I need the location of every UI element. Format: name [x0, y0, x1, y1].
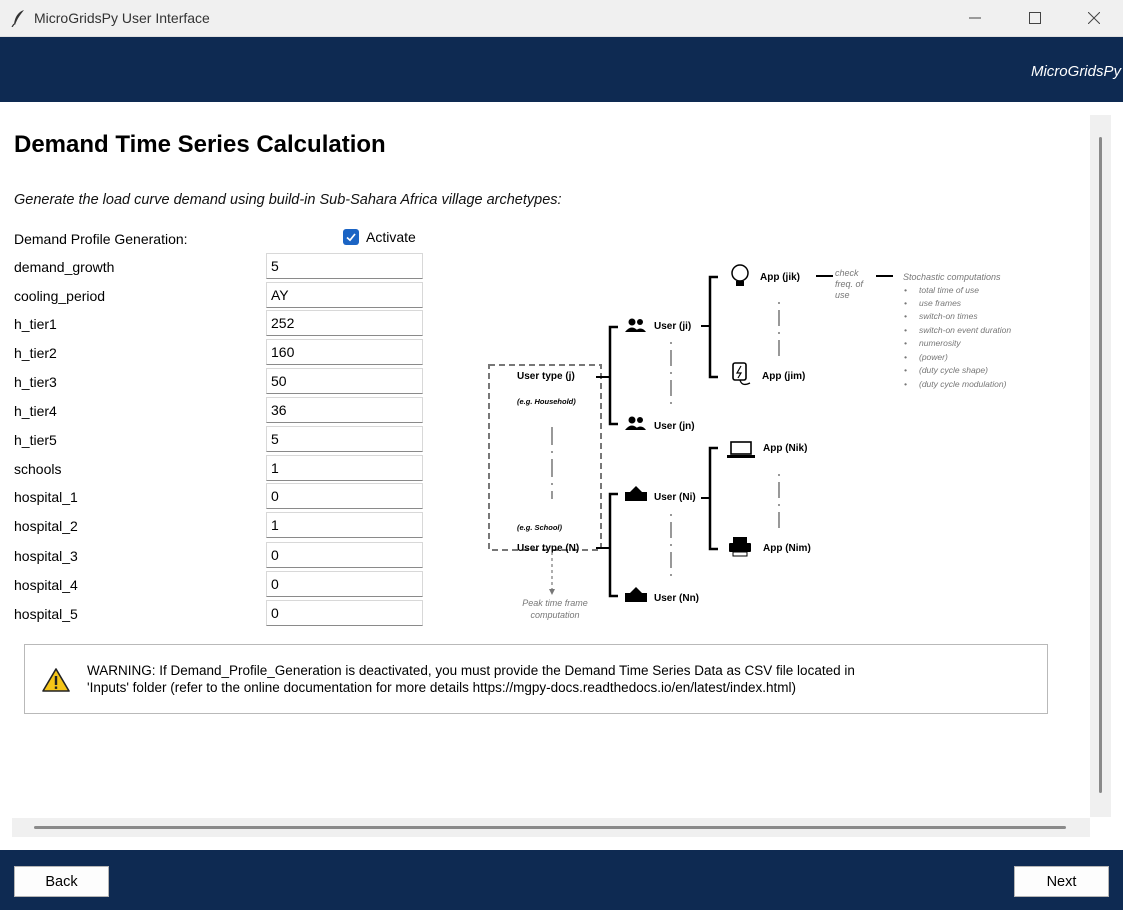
app-jim-label: App (jim) [762, 371, 805, 382]
window-title: MicroGridsPy User Interface [34, 10, 210, 26]
stochastic-item: switch-on times [919, 311, 978, 321]
svg-text:•: • [904, 379, 907, 389]
svg-text:•: • [904, 298, 907, 308]
phone-charger-icon [732, 362, 751, 386]
laptop-icon [727, 441, 755, 458]
field-label-hospital-2: hospital_2 [14, 518, 78, 534]
footer-bar: Back Next [0, 850, 1123, 910]
minimize-icon [969, 17, 981, 19]
schools-input[interactable] [266, 455, 423, 481]
activate-checkbox[interactable] [343, 229, 359, 245]
activate-label: Activate [366, 229, 416, 245]
maximize-button[interactable] [1007, 0, 1063, 36]
demand-archetype-diagram: User type (j) (e.g. Household) (e.g. Sch… [488, 264, 1011, 620]
stochastic-item: (duty cycle modulation) [919, 379, 1007, 389]
field-label-schools: schools [14, 461, 62, 477]
svg-text:•: • [904, 285, 907, 295]
svg-text:•: • [904, 365, 907, 375]
school-building-icon [625, 486, 647, 501]
main-content: Demand Time Series Calculation Generate … [0, 102, 1090, 818]
app-nim-label: App (Nim) [763, 543, 811, 554]
check-freq-label: check freq. of use [835, 268, 864, 300]
users-icon [625, 416, 646, 430]
stochastic-item: switch-on event duration [919, 325, 1011, 335]
back-button[interactable]: Back [14, 866, 109, 897]
svg-text:•: • [904, 311, 907, 321]
field-label-h-tier2: h_tier2 [14, 345, 57, 361]
field-label-h-tier5: h_tier5 [14, 432, 57, 448]
horizontal-scrollbar-thumb[interactable] [34, 826, 1066, 829]
stochastic-item: (power) [919, 352, 948, 362]
field-label-hospital-1: hospital_1 [14, 489, 78, 505]
lightbulb-icon [731, 264, 749, 286]
hospital-1-input[interactable] [266, 483, 423, 509]
feather-icon [11, 10, 24, 27]
hospital-4-input[interactable] [266, 571, 423, 597]
user-type-n-text: User type (N) [517, 543, 579, 554]
h-tier3-input[interactable] [266, 368, 423, 394]
stochastic-item: total time of use [919, 285, 979, 295]
peak-time-frame-label: Peak time frame computation [522, 598, 588, 620]
stochastic-item: use frames [919, 298, 962, 308]
maximize-icon [1029, 12, 1041, 24]
field-label-h-tier4: h_tier4 [14, 403, 57, 419]
h-tier2-input[interactable] [266, 339, 423, 365]
warning-text: WARNING: If Demand_Profile_Generation is… [87, 662, 1037, 696]
field-label-demand-growth: demand_growth [14, 259, 115, 275]
next-button[interactable]: Next [1014, 866, 1109, 897]
field-label-hospital-4: hospital_4 [14, 577, 78, 593]
vertical-scrollbar-thumb[interactable] [1099, 137, 1102, 793]
warning-line-1: WARNING: If Demand_Profile_Generation is… [87, 663, 855, 678]
page-subtitle: Generate the load curve demand using bui… [14, 192, 562, 208]
app-nik-label: App (Nik) [763, 443, 807, 454]
school-building-icon [625, 587, 647, 602]
eg-household-label: (e.g. Household) [517, 397, 576, 406]
stochastic-item: (duty cycle shape) [919, 365, 988, 375]
checkmark-icon [346, 233, 356, 242]
user-jn-label: User (jn) [654, 421, 695, 432]
svg-text:•: • [904, 352, 907, 362]
minimize-button[interactable] [947, 0, 1003, 36]
demand-growth-input[interactable] [266, 253, 423, 279]
stochastic-title: Stochastic computations [903, 272, 1001, 282]
window-titlebar: MicroGridsPy User Interface [0, 0, 1123, 37]
user-ji-label: User (ji) [654, 321, 691, 332]
brand-label: MicroGridsPy [1030, 63, 1121, 80]
field-label-h-tier3: h_tier3 [14, 374, 57, 390]
hospital-3-input[interactable] [266, 542, 423, 568]
h-tier4-input[interactable] [266, 397, 423, 423]
h-tier5-input[interactable] [266, 426, 423, 452]
user-type-j-label: User type (j) [517, 371, 575, 382]
stochastic-list: • total time of use • use frames • switch-o… [904, 285, 1011, 389]
warning-icon [42, 668, 70, 692]
warning-box: WARNING: If Demand_Profile_Generation is… [24, 644, 1048, 714]
field-label-hospital-5: hospital_5 [14, 606, 78, 622]
app-jik-label: App (jik) [760, 272, 800, 283]
field-label-h-tier1: h_tier1 [14, 316, 57, 332]
stochastic-item: numerosity [919, 338, 961, 348]
user-nn-label: User (Nn) [654, 593, 699, 604]
hospital-5-input[interactable] [266, 600, 423, 626]
eg-school-label: (e.g. School) [517, 523, 563, 532]
hospital-2-input[interactable] [266, 512, 423, 538]
vertical-scrollbar[interactable] [1090, 115, 1111, 817]
page-title: Demand Time Series Calculation [14, 131, 386, 158]
svg-text:•: • [904, 325, 907, 335]
printer-icon [729, 537, 751, 557]
app-header: MicroGridsPy [0, 37, 1123, 102]
demand-profile-label: Demand Profile Generation: [14, 231, 188, 247]
users-icon [625, 318, 646, 332]
peak-arrow-head [549, 589, 555, 595]
cooling-period-input[interactable] [266, 282, 423, 308]
h-tier1-input[interactable] [266, 310, 423, 336]
activate-checkbox-group[interactable]: Activate [343, 229, 416, 245]
field-label-hospital-3: hospital_3 [14, 548, 78, 564]
close-icon [1088, 12, 1100, 24]
user-ni-label: User (Ni) [654, 492, 696, 503]
svg-text:•: • [904, 338, 907, 348]
close-button[interactable] [1066, 0, 1122, 36]
field-label-cooling-period: cooling_period [14, 288, 106, 304]
warning-line-2: 'Inputs' folder (refer to the online doc… [87, 680, 797, 695]
horizontal-scrollbar[interactable] [12, 818, 1090, 837]
